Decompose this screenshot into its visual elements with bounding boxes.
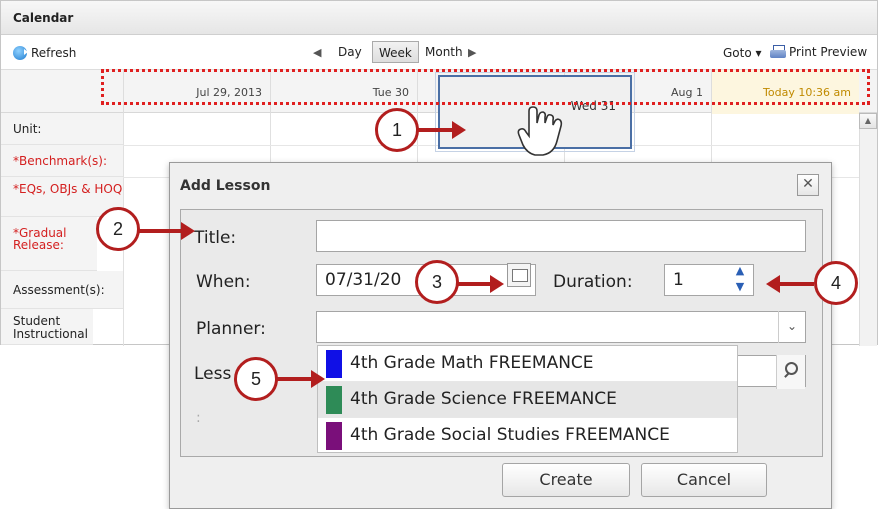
cancel-button[interactable]: Cancel	[641, 463, 767, 497]
vertical-scrollbar[interactable]	[859, 113, 877, 346]
row-label-student-instructional: Student Instructional	[1, 309, 93, 345]
chevron-down-icon[interactable]: ⌄	[778, 311, 805, 343]
planner-option-label: 4th Grade Math FREEMANCE	[350, 353, 594, 373]
calendar-picker-icon[interactable]	[507, 263, 531, 287]
colon-label: :	[196, 410, 201, 426]
highlight-frame	[101, 69, 870, 105]
view-week-button[interactable]: Week	[372, 41, 419, 63]
row-label-benchmark: *Benchmark(s):	[1, 145, 123, 177]
stepper-down-icon[interactable]: ▼	[728, 279, 752, 295]
previous-arrow-icon[interactable]: ◀	[313, 46, 321, 59]
next-arrow-icon[interactable]: ▶	[468, 46, 476, 59]
title-input[interactable]	[316, 220, 806, 252]
callout-arrow-5	[277, 370, 325, 388]
goto-dropdown[interactable]: Goto ▾	[723, 46, 762, 60]
print-preview-label: Print Preview	[789, 45, 868, 59]
duration-stepper[interactable]: ▲ ▼	[728, 263, 752, 296]
scroll-up-arrow-icon[interactable]: ▲	[859, 113, 877, 129]
refresh-button[interactable]: Refresh	[13, 46, 76, 60]
callout-arrow-1	[418, 121, 466, 139]
planner-option-social-studies[interactable]: 4th Grade Social Studies FREEMANCE	[318, 418, 737, 454]
calendar-title: Calendar	[1, 1, 877, 35]
callout-arrow-3	[458, 275, 504, 293]
view-month-button[interactable]: Month	[419, 41, 469, 63]
planner-option-label: 4th Grade Science FREEMANCE	[350, 389, 617, 409]
planner-select[interactable]	[316, 311, 806, 343]
printer-icon	[770, 45, 786, 59]
title-label: Title:	[194, 228, 237, 248]
refresh-icon	[13, 46, 28, 60]
calendar-toolbar: Refresh ◀ Day Week Month ▶ Goto ▾ Print …	[1, 35, 877, 69]
search-icon[interactable]	[776, 355, 805, 389]
planner-option-science[interactable]: 4th Grade Science FREEMANCE	[318, 382, 737, 418]
callout-arrow-2	[139, 222, 195, 240]
planner-dropdown-list: 4th Grade Math FREEMANCE 4th Grade Scien…	[317, 345, 738, 453]
dialog-title: Add Lesson	[180, 178, 271, 194]
planner-option-math[interactable]: 4th Grade Math FREEMANCE	[318, 346, 737, 382]
duration-label: Duration:	[553, 272, 633, 292]
close-icon[interactable]: ✕	[797, 174, 819, 196]
color-swatch	[326, 422, 342, 450]
callout-badge-3: 3	[415, 260, 459, 304]
view-day-button[interactable]: Day	[332, 41, 368, 63]
row-label-assessment: Assessment(s):	[1, 271, 123, 309]
callout-badge-4: 4	[814, 261, 858, 305]
print-preview-button[interactable]: Print Preview	[770, 45, 867, 59]
callout-badge-2: 2	[96, 207, 140, 251]
refresh-label: Refresh	[31, 46, 77, 60]
row-label-gradual-release: *Gradual Release:	[1, 217, 97, 271]
callout-badge-1: 1	[375, 108, 419, 152]
color-swatch	[326, 350, 342, 378]
stepper-up-icon[interactable]: ▲	[728, 263, 752, 279]
planner-option-label: 4th Grade Social Studies FREEMANCE	[350, 425, 670, 445]
when-label: When:	[196, 272, 251, 292]
lesson-label: Less	[194, 364, 232, 384]
hand-cursor-icon	[517, 106, 563, 156]
create-button[interactable]: Create	[502, 463, 630, 497]
callout-badge-5: 5	[234, 357, 278, 401]
row-label-unit: Unit:	[1, 113, 123, 145]
callout-arrow-4	[766, 275, 814, 293]
planner-label: Planner:	[196, 319, 266, 339]
color-swatch	[326, 386, 342, 414]
